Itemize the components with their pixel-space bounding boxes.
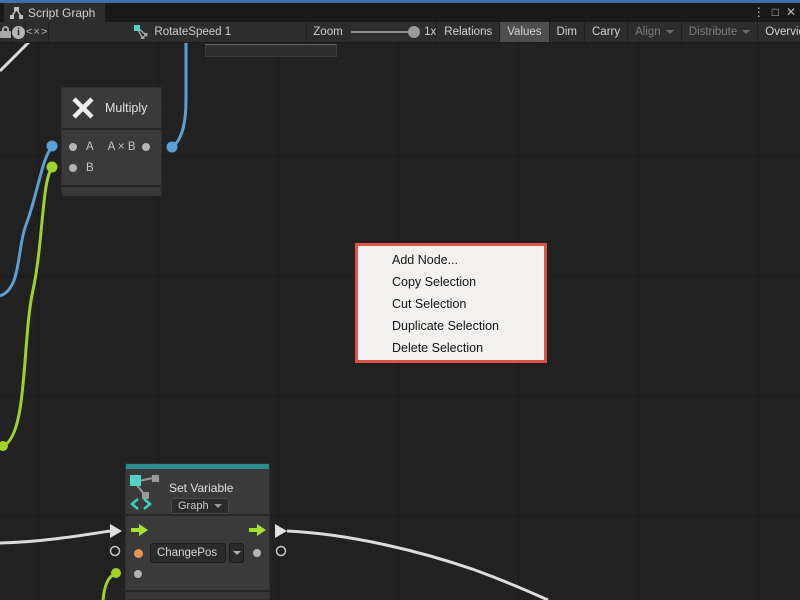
edit-source-button[interactable]: <×> [26,22,49,42]
menu-item-cut-selection[interactable]: Cut Selection [358,293,544,315]
graph-reference-label[interactable]: RotateSpeed 1 [154,26,231,38]
carry-button[interactable]: Carry [585,22,628,42]
window-menu-icon[interactable]: ⋮ [753,3,765,22]
menu-item-copy-selection[interactable]: Copy Selection [358,271,544,293]
variable-scope-dropdown[interactable]: Graph [171,498,229,514]
graph-path-box [205,44,337,57]
input-port-a[interactable] [69,143,77,151]
multiply-node-title: Multiply [105,101,147,115]
set-variable-body: ChangePos [126,516,269,590]
variable-scope-label: Graph [178,500,209,512]
chevron-down-icon [214,504,222,508]
relations-button[interactable]: Relations [437,22,500,42]
zoom-section: Zoom 1x [307,22,437,42]
tab-bar: Script Graph ⋮ □ ✕ [0,3,800,22]
menu-item-duplicate-selection[interactable]: Duplicate Selection [358,315,544,337]
input-label-b: B [86,162,94,174]
tab-script-graph[interactable]: Script Graph [4,3,105,22]
lock-icon [0,26,11,38]
toolbar: i <×> RotateSpeed 1 Zoom 1x Relations Va… [0,22,800,43]
set-variable-title: Set Variable [169,481,233,495]
align-label: Align [635,26,661,38]
angle-x-icon: <×> [26,26,48,38]
variable-output-port[interactable] [253,549,261,557]
info-button[interactable]: i [12,22,26,42]
values-button[interactable]: Values [500,22,549,42]
multiply-node[interactable]: Multiply A A × B B [61,87,162,193]
maximize-icon[interactable]: □ [772,3,779,22]
set-variable-icon [129,473,165,513]
menu-item-delete-selection[interactable]: Delete Selection [358,337,544,359]
output-port[interactable] [142,143,150,151]
zoom-value: 1x [424,26,436,38]
context-menu: Add Node... Copy Selection Cut Selection… [355,243,547,363]
script-graph-window: Multiply A A × B B [0,0,800,600]
input-label-a: A [86,141,94,153]
close-icon[interactable]: ✕ [786,3,796,22]
node-icon [134,25,148,39]
align-button[interactable]: Align [628,22,682,42]
overview-button[interactable]: Overview [758,22,800,42]
distribute-label: Distribute [689,26,738,38]
multiply-row-b: B [69,157,154,178]
variable-input-port[interactable] [134,549,143,558]
menu-item-add-node[interactable]: Add Node... [358,249,544,271]
tab-title: Script Graph [28,6,95,20]
chevron-down-icon [666,30,674,34]
chevron-down-icon [742,30,750,34]
flow-output-arrow-icon[interactable] [249,523,266,537]
zoom-slider-handle[interactable] [408,26,420,38]
graph-reference-section: RotateSpeed 1 [49,22,307,42]
distribute-button[interactable]: Distribute [682,22,759,42]
variable-name-dropdown[interactable]: ChangePos [150,543,226,563]
multiply-icon [70,95,96,121]
multiply-node-footer [62,185,161,196]
zoom-slider[interactable] [351,31,415,33]
multiply-node-header[interactable]: Multiply [62,88,161,130]
input-port-b[interactable] [69,164,77,172]
window-controls: ⋮ □ ✕ [753,3,796,22]
chevron-down-icon [233,551,241,555]
set-variable-header[interactable]: Set Variable Graph [126,469,269,516]
multiply-node-body: A A × B B [62,130,161,182]
lock-button[interactable] [0,22,12,42]
flow-input-arrow-icon[interactable] [131,523,148,537]
set-variable-node[interactable]: Set Variable Graph ChangePos [125,463,270,600]
value-input-port[interactable] [134,570,142,578]
output-label: A × B [108,141,136,153]
variable-name-dropdown-button[interactable] [229,543,244,563]
multiply-row-a: A A × B [69,136,154,157]
set-variable-footer [126,590,269,599]
variable-name-label: ChangePos [157,547,217,559]
info-icon: i [12,26,25,39]
dim-button[interactable]: Dim [550,22,585,42]
graph-icon [10,7,23,19]
zoom-label: Zoom [313,26,342,38]
